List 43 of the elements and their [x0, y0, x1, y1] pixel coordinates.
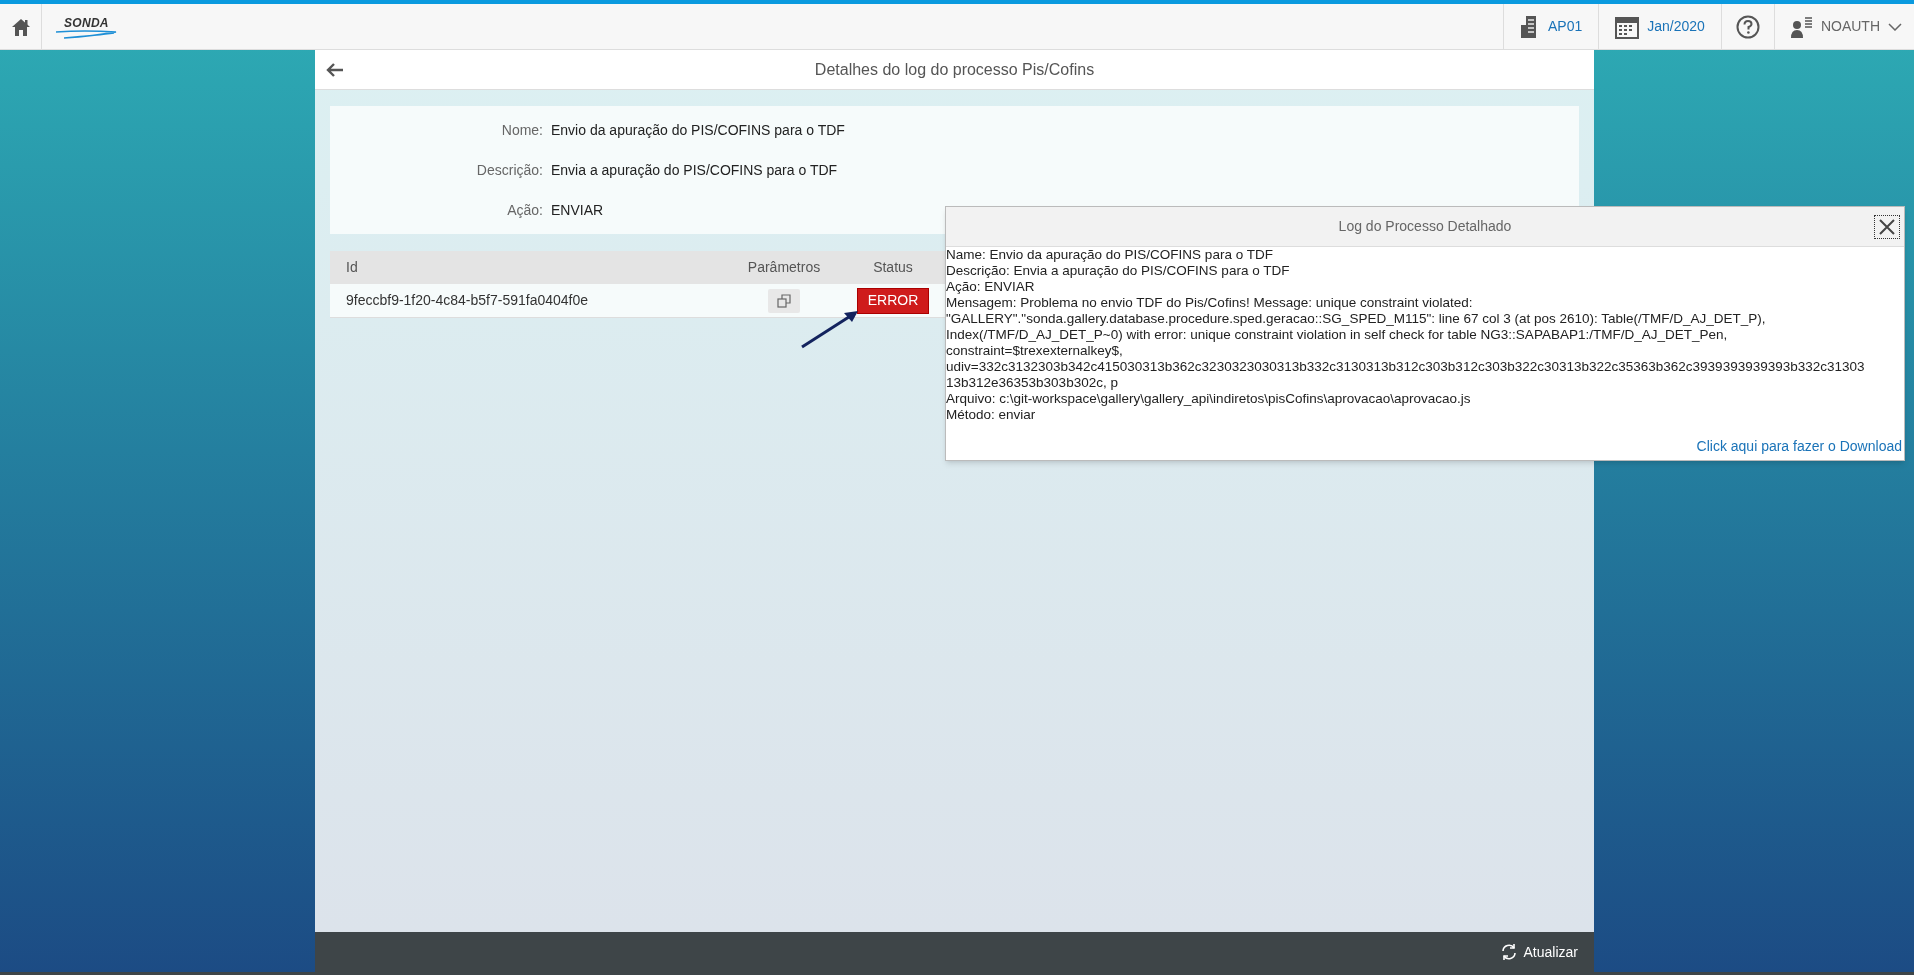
annotation-arrow [800, 309, 860, 349]
dialog-title: Log do Processo Detalhado [1338, 217, 1512, 236]
copy-icon [777, 293, 791, 308]
log-line: Mensagem: Problema no envio TDF do Pis/Cofins! Message: unique constraint violated: [946, 295, 1473, 311]
log-line: Descrição: Envia a apuração do PIS/COFINS para o TDF [946, 263, 1290, 279]
column-header: Id [346, 258, 359, 277]
log-line: "GALLERY"."sonda.gallery.database.procedure.sped.geracao::SG_SPED_M115": line 67 col 3 (at pos 2610): Table(/TMF/D_AJ_DET_P), [946, 311, 1766, 327]
user-icon [1790, 15, 1813, 38]
log-line: Método: enviar [946, 407, 1036, 423]
back-arrow-icon [326, 62, 344, 77]
field-value: Envio da apuração do PIS/COFINS para o TDF [551, 120, 845, 140]
period-link[interactable]: Jan/2020 [1647, 16, 1705, 37]
chevron-down-icon [1888, 22, 1902, 31]
log-line: 13b312e36353b303b302c, p [946, 375, 1118, 391]
column-header: Status [872, 258, 914, 277]
field-label: Nome: [500, 120, 543, 140]
log-line: Index(/TMF/D_AJ_DET_P~0) with error: unique constraint violation in self check for table NG3::SAPABAP1:/TMF/D_AJ_DET_Pen, [946, 327, 1728, 343]
help-icon [1735, 14, 1760, 39]
field-value: ENVIAR [551, 200, 604, 220]
refresh-button[interactable]: Atualizar [1499, 941, 1578, 963]
log-line: constraint=$trexexternalkey$, [946, 343, 1123, 359]
company-logo: SONDA [54, 11, 124, 42]
log-line: Ação: ENVIAR [946, 279, 1035, 295]
log-line: udiv=332c3132303b342c415030313b362c3230323030313b332c3130313b312c303b312c303b322c30313b322c35363b362c3939393939393b332c31303 [946, 359, 1865, 375]
page-title: Detalhes do log do processo Pis/Cofins [814, 59, 1095, 80]
field-label: Descrição: [475, 160, 543, 180]
refresh-icon [1499, 943, 1518, 961]
log-line: Name: Envio da apuração do PIS/COFINS para o TDF [946, 247, 1273, 263]
calendar-icon [1615, 14, 1640, 39]
column-header: Parâmetros [746, 258, 822, 277]
close-button[interactable] [1874, 215, 1900, 239]
home-icon [10, 16, 31, 37]
parameters-button[interactable] [768, 288, 800, 313]
table-cell-text: 9feccbf9-1f20-4c84-b5f7-591fa0404f0e [346, 291, 590, 310]
log-line: Arquivo: c:\git-workspace\gallery\gallery_api\indiretos\pisCofins\aprovacao\aprovacao.js [946, 391, 1471, 407]
field-value: Envia a apuração do PIS/COFINS para o TDF [551, 160, 838, 180]
field-label: Ação: [506, 200, 543, 220]
company-link[interactable]: AP01 [1548, 16, 1583, 37]
close-icon [1879, 219, 1895, 235]
user-menu[interactable]: NOAUTH [1773, 4, 1914, 49]
download-link[interactable]: Click aqui para fazer o Download [1696, 436, 1902, 457]
help-button[interactable] [1735, 14, 1760, 39]
status-badge[interactable]: ERROR [856, 287, 930, 314]
